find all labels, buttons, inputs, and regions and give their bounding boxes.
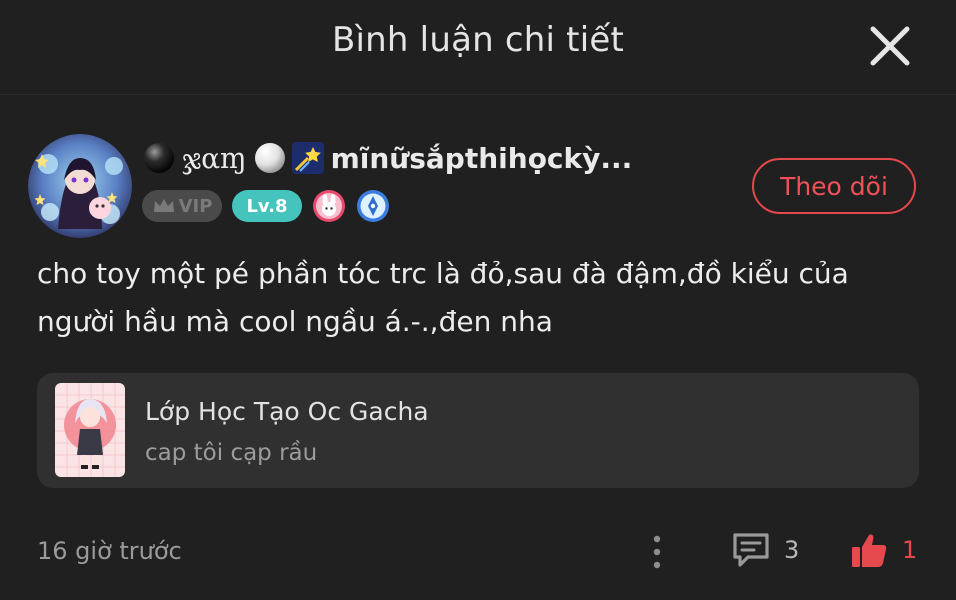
- avatar[interactable]: [28, 134, 132, 238]
- bunny-badge-icon[interactable]: [312, 189, 346, 223]
- linked-post-title: Lớp Học Tạo Oc Gacha: [145, 397, 429, 426]
- white-circle-icon: [253, 141, 287, 175]
- thumbs-up-icon: [852, 534, 887, 567]
- post-thumbnail: [55, 383, 125, 477]
- close-icon: [870, 26, 910, 66]
- follow-button[interactable]: Theo dõi: [752, 158, 916, 214]
- shooting-star-icon: [291, 141, 325, 175]
- username-script: ჯαɱ: [182, 141, 247, 175]
- page-title: Bình luận chi tiết: [332, 20, 624, 60]
- vip-badge[interactable]: VIP: [142, 190, 222, 222]
- comment-timestamp: 16 giờ trước: [37, 537, 182, 565]
- comment-icon: [733, 533, 769, 567]
- more-vertical-icon: [653, 535, 661, 569]
- crown-icon: [153, 199, 174, 212]
- linked-post-subtitle: cap tôi cạp rầu: [145, 440, 318, 466]
- like-count: 1: [902, 536, 918, 564]
- level-badge[interactable]: Lv.8: [232, 190, 302, 222]
- pen-badge-icon[interactable]: [356, 189, 390, 223]
- reply-button[interactable]: 3: [730, 528, 799, 572]
- reply-count: 3: [784, 536, 800, 564]
- username-text: mĩnữsắpthihọckỳ...: [330, 141, 633, 175]
- user-badges: VIP Lv.8: [142, 189, 390, 223]
- header-bar: Bình luận chi tiết: [0, 0, 956, 95]
- close-button[interactable]: [866, 22, 914, 70]
- more-options-button[interactable]: [644, 533, 670, 571]
- like-button[interactable]: 1: [850, 528, 917, 572]
- comment-text: cho toy một pé phần tóc trc là đỏ,sau đà…: [37, 257, 849, 338]
- black-circle-icon: [142, 141, 176, 175]
- linked-post-card[interactable]: Lớp Học Tạo Oc Gacha cap tôi cạp rầu: [37, 373, 919, 488]
- vip-label: VIP: [178, 195, 213, 217]
- username[interactable]: ჯαɱ mĩnữsắpthihọckỳ...: [142, 138, 632, 178]
